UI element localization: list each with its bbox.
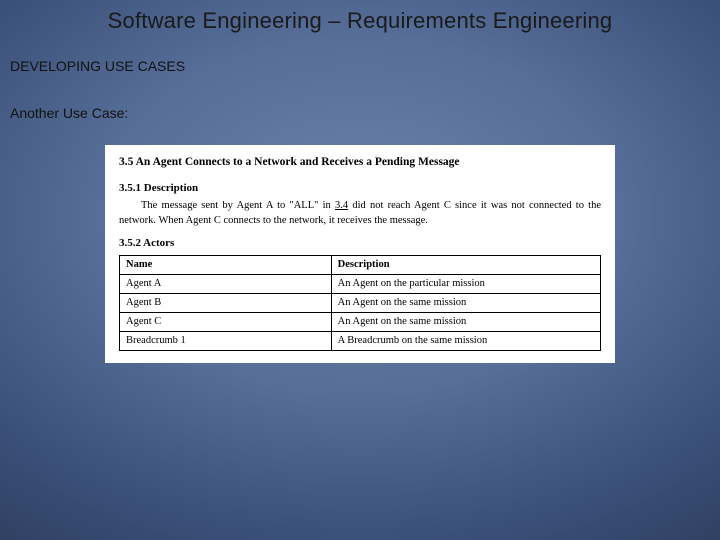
header-name: Name xyxy=(120,255,332,274)
table-row: Agent C An Agent on the same mission xyxy=(120,313,601,332)
subheading: Another Use Case: xyxy=(10,105,128,121)
description-pre: The message sent by Agent A to "ALL" in xyxy=(141,200,335,211)
document-panel: 3.5 An Agent Connects to a Network and R… xyxy=(105,145,615,363)
actors-label: 3.5.2 Actors xyxy=(119,236,601,251)
actors-table: Name Description Agent A An Agent on the… xyxy=(119,255,601,352)
actor-name: Agent A xyxy=(120,274,332,293)
table-row: Agent A An Agent on the particular missi… xyxy=(120,274,601,293)
table-header-row: Name Description xyxy=(120,255,601,274)
actor-description: A Breadcrumb on the same mission xyxy=(331,332,600,351)
description-label: 3.5.1 Description xyxy=(119,181,601,196)
slide: Software Engineering – Requirements Engi… xyxy=(0,0,720,540)
description-body: The message sent by Agent A to "ALL" in … xyxy=(119,199,601,227)
actor-description: An Agent on the same mission xyxy=(331,293,600,312)
header-description: Description xyxy=(331,255,600,274)
actor-description: An Agent on the same mission xyxy=(331,313,600,332)
usecase-title-text: An Agent Connects to a Network and Recei… xyxy=(136,156,460,168)
usecase-number: 3.5 xyxy=(119,156,133,168)
actor-name: Agent C xyxy=(120,313,332,332)
table-row: Agent B An Agent on the same mission xyxy=(120,293,601,312)
description-ref-link[interactable]: 3.4 xyxy=(335,200,348,211)
usecase-heading: 3.5 An Agent Connects to a Network and R… xyxy=(119,155,601,171)
actor-name: Agent B xyxy=(120,293,332,312)
actor-name: Breadcrumb 1 xyxy=(120,332,332,351)
table-row: Breadcrumb 1 A Breadcrumb on the same mi… xyxy=(120,332,601,351)
actor-description: An Agent on the particular mission xyxy=(331,274,600,293)
section-heading: DEVELOPING USE CASES xyxy=(10,58,185,74)
page-title: Software Engineering – Requirements Engi… xyxy=(0,8,720,34)
